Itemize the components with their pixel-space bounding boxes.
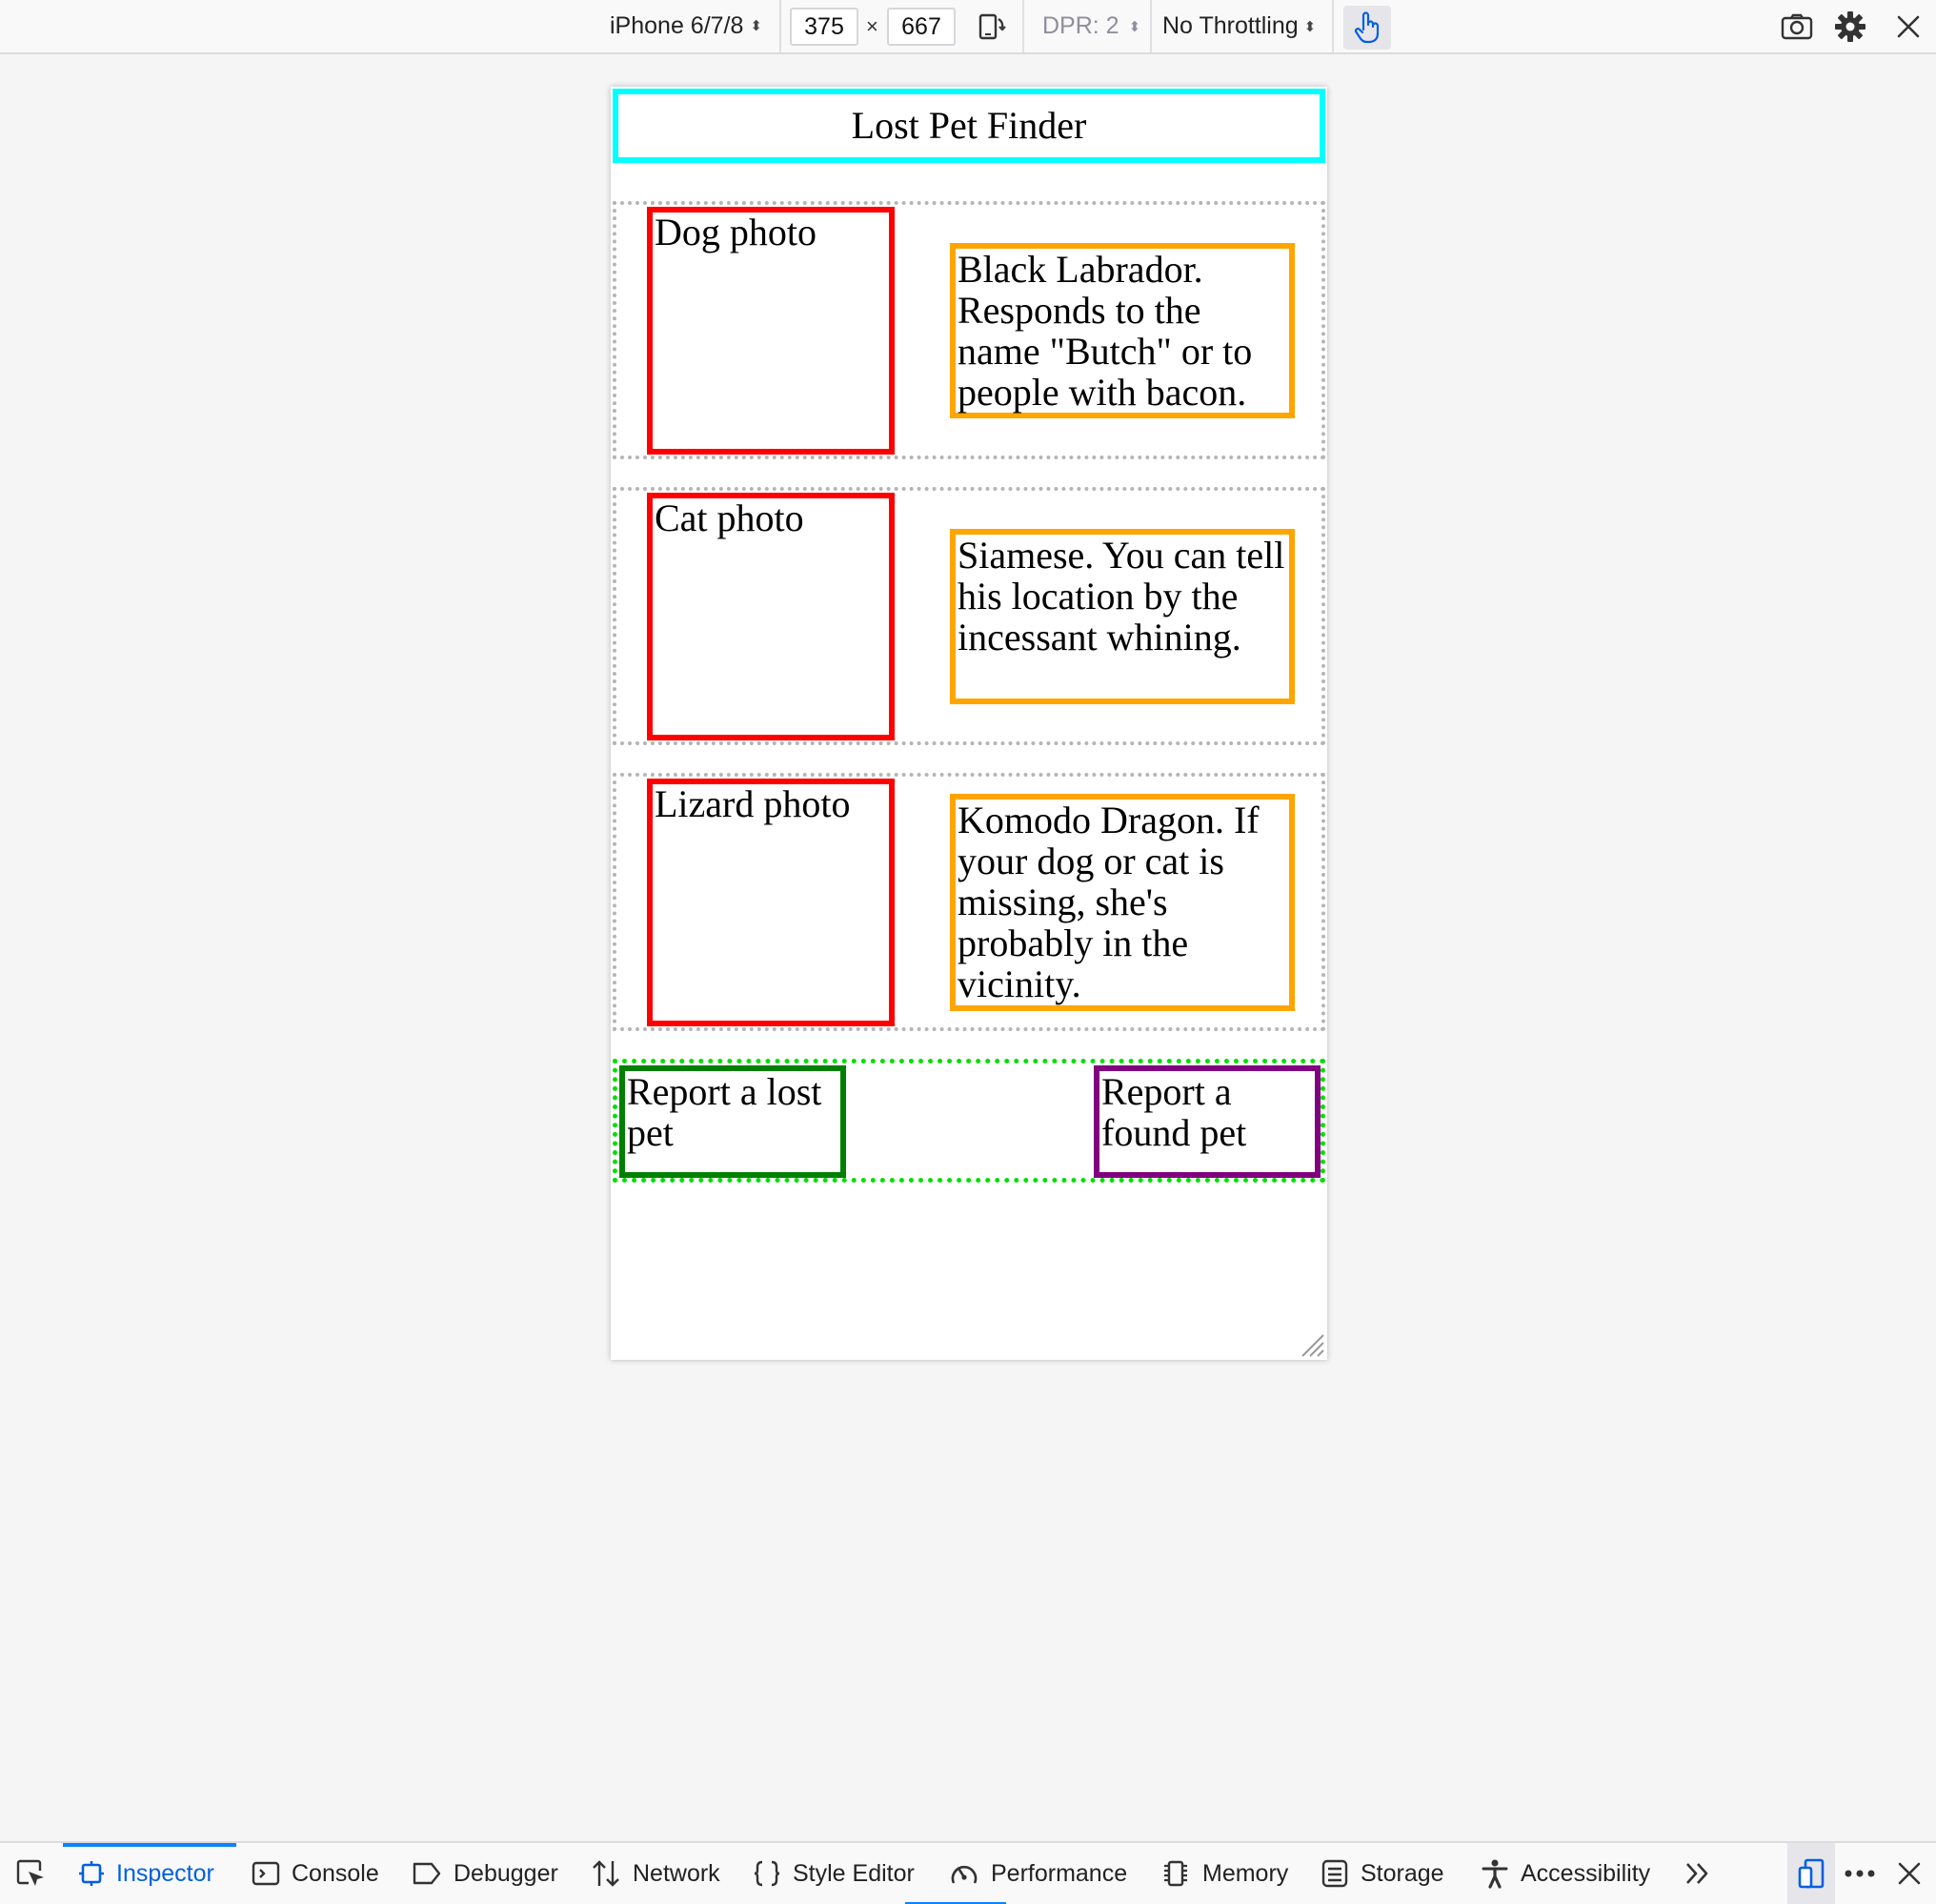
tab-label: Inspector (116, 1859, 214, 1887)
tab-network[interactable]: Network (591, 1843, 720, 1904)
memory-icon (1164, 1860, 1187, 1887)
performance-icon (951, 1865, 978, 1884)
pet-card-cat: Cat photo Siamese. You can tell his loca… (613, 487, 1325, 745)
more-options-icon[interactable] (1839, 1843, 1881, 1904)
pet-card-lizard: Lizard photo Komodo Dragon. If your dog … (613, 773, 1325, 1031)
tab-label: Accessibility (1521, 1859, 1651, 1887)
tab-label: Memory (1202, 1859, 1289, 1887)
pet-photo-lizard: Lizard photo (647, 779, 895, 1026)
responsive-design-mode-icon[interactable] (1787, 1843, 1835, 1904)
toolbar-separator (1150, 0, 1152, 52)
pet-card-dog: Dog photo Black Labrador. Responds to th… (613, 201, 1325, 459)
page-title: Lost Pet Finder (613, 89, 1325, 163)
report-actions: Report a lost pet Report a found pet (613, 1059, 1325, 1183)
device-select-arrows-icon: ⬍ (750, 18, 762, 34)
rotate-viewport-icon[interactable] (974, 0, 1008, 52)
viewport-width-input[interactable]: 375 (790, 8, 858, 46)
screenshot-camera-icon[interactable] (1775, 0, 1819, 52)
tab-label: Network (633, 1859, 720, 1887)
settings-gear-icon[interactable] (1828, 0, 1872, 52)
close-devtools-icon[interactable] (1888, 1843, 1930, 1904)
tab-storage[interactable]: Storage (1321, 1843, 1444, 1904)
pet-description-dog: Black Labrador. Responds to the name "Bu… (950, 243, 1295, 418)
devtools-toolbar: Inspector Console Debugger Network Style… (0, 1841, 1936, 1904)
report-found-pet-button[interactable]: Report a found pet (1094, 1065, 1321, 1178)
tab-performance[interactable]: Performance (949, 1843, 1127, 1904)
tab-inspector[interactable]: Inspector (78, 1843, 214, 1904)
inspector-icon (79, 1861, 104, 1886)
dpr-value: DPR: 2 (1042, 12, 1119, 39)
viewport-height-input[interactable]: 667 (887, 8, 956, 46)
tab-label: Debugger (454, 1859, 558, 1887)
viewport-resize-handle-icon[interactable] (1299, 1331, 1325, 1358)
dimension-separator: × (866, 13, 878, 38)
toolbar-separator (779, 0, 781, 52)
accessibility-icon (1482, 1859, 1508, 1889)
dpr-select-arrows-icon: ⬍ (1128, 18, 1141, 35)
tab-memory[interactable]: Memory (1160, 1843, 1288, 1904)
device-name: iPhone 6/7/8 (610, 12, 744, 39)
storage-icon (1321, 1859, 1348, 1888)
tab-style-editor[interactable]: Style Editor (753, 1843, 915, 1904)
style-editor-icon (754, 1860, 780, 1887)
debugger-icon (413, 1862, 441, 1885)
tab-console[interactable]: Console (252, 1843, 379, 1904)
dpr-selector[interactable]: DPR: 2 ⬍ (1042, 0, 1140, 52)
console-icon (252, 1861, 280, 1886)
touch-simulation-icon[interactable] (1343, 6, 1391, 50)
tab-label: Console (292, 1859, 379, 1887)
network-throttling-selector[interactable]: No Throttling ⬍ (1162, 0, 1316, 52)
device-viewport: Lost Pet Finder Dog photo Black Labrador… (611, 87, 1327, 1360)
pet-photo-dog: Dog photo (647, 207, 895, 455)
throttling-select-arrows-icon: ⬍ (1303, 18, 1317, 35)
tab-label: Storage (1361, 1859, 1444, 1887)
toolbar-separator (1022, 0, 1024, 52)
more-tabs-chevron-icon[interactable] (1681, 1843, 1715, 1904)
responsive-design-toolbar: iPhone 6/7/8 ⬍ 375 × 667 DPR: 2 ⬍ No Thr… (0, 0, 1936, 54)
pet-description-lizard: Komodo Dragon. If your dog or cat is mis… (950, 794, 1295, 1011)
pet-description-cat: Siamese. You can tell his location by th… (950, 529, 1295, 704)
network-icon (593, 1860, 619, 1887)
tab-label: Style Editor (793, 1859, 915, 1887)
throttling-value: No Throttling (1162, 12, 1299, 39)
report-lost-pet-button[interactable]: Report a lost pet (619, 1065, 846, 1178)
pet-photo-cat: Cat photo (647, 493, 895, 740)
tab-debugger[interactable]: Debugger (412, 1843, 558, 1904)
element-picker-icon[interactable] (13, 1843, 48, 1904)
toolbar-separator (1332, 0, 1334, 52)
tab-label: Performance (991, 1859, 1128, 1887)
device-selector[interactable]: iPhone 6/7/8 ⬍ (610, 0, 762, 52)
tab-accessibility[interactable]: Accessibility (1481, 1843, 1650, 1904)
close-responsive-mode-icon[interactable] (1886, 0, 1930, 52)
